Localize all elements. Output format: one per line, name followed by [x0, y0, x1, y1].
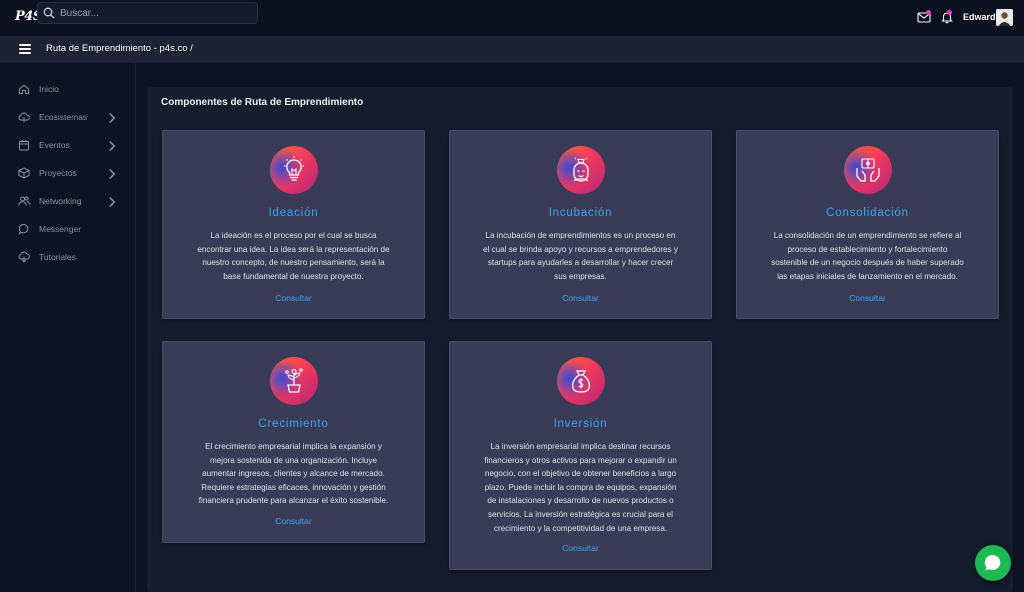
cloud-icon	[18, 112, 30, 123]
users-icon	[18, 196, 30, 206]
card-description: La inversión empresarial implica destina…	[467, 440, 694, 535]
card-description-line: El crecimiento empresarial implica la ex…	[205, 442, 382, 451]
consultar-link-consolidacion[interactable]: Consultar	[737, 293, 998, 303]
chat-bubble-button[interactable]	[975, 545, 1011, 581]
home-icon	[19, 84, 29, 94]
card-crecimiento: Crecimiento El crecimiento empresarial i…	[162, 341, 425, 543]
person-idea-icon	[572, 157, 589, 182]
card-description-line: las etapas iniciales de lanzamiento en e…	[777, 271, 958, 281]
card-description-line: aumentar ingresos, clientes y alcance de…	[202, 469, 385, 479]
card-description-line: Requiere estrategias eficaces, innovació…	[201, 482, 386, 492]
card-incubacion: Incubación La incubación de emprendimien…	[449, 130, 712, 319]
card-icon-badge	[269, 357, 318, 405]
sidebar-item-tutoriales[interactable]: Tutoriales	[18, 249, 118, 265]
card-title: Crecimiento	[258, 418, 329, 430]
card-description: La consolidación de un emprendimiento se…	[754, 229, 981, 283]
plant-growth-icon	[284, 368, 303, 393]
sidebar-item-label: Networking	[39, 196, 82, 206]
card-description-line: de instalaciones y desarrollo de nuevos …	[487, 496, 674, 506]
breadcrumb-bar: Ruta de Emprendimiento - p4s.co /	[0, 36, 1024, 63]
card-description-line: La incubación de emprendimientos es un p…	[485, 231, 676, 240]
sidebar-item-label: Ecosistemas	[39, 112, 88, 122]
card-description-line: La inversión empresarial implica destina…	[490, 442, 671, 451]
consultar-link-crecimiento[interactable]: Consultar	[163, 516, 424, 526]
consultar-link-inversion[interactable]: Consultar	[450, 543, 711, 553]
card-description-line: La ideación es el proceso por el cual se…	[210, 231, 377, 240]
card-title: Consolidación	[826, 207, 909, 219]
sidebar-item-networking[interactable]: Networking	[18, 193, 118, 209]
card-description-line: encontrar una idea. La idea será la repr…	[197, 244, 390, 254]
card-description-line: financieros y otros activos para mejorar…	[484, 455, 677, 465]
chevron-right-icon	[109, 140, 116, 152]
card-description-line: negocio, con el objetivo de obtener bene…	[484, 469, 677, 479]
search-input[interactable]	[60, 7, 240, 19]
sidebar-item-label: Inicio	[39, 84, 59, 94]
card-description-line: startups para ayudarles a desarrollar y …	[487, 258, 674, 268]
sidebar: Inicio Ecosistemas Eventos Proyectos Net…	[0, 63, 136, 592]
card-title: Ideación	[268, 207, 319, 219]
calendar-icon	[19, 140, 29, 151]
card-description-line: sus empresas.	[554, 271, 607, 281]
card-description-line: nuestro concepto, de nuestro pensamiento…	[202, 258, 385, 268]
menu-toggle-icon[interactable]	[19, 44, 31, 54]
page-title: Componentes de Ruta de Emprendimiento	[161, 97, 364, 108]
sidebar-item-proyectos[interactable]: Proyectos	[18, 165, 118, 181]
user-name[interactable]: Edward	[963, 12, 996, 22]
sidebar-item-label: Eventos	[39, 140, 70, 150]
card-title: Inversión	[553, 418, 608, 430]
card-description-line: proceso de establecimiento y fortalecimi…	[787, 244, 948, 254]
mail-notification-dot	[926, 10, 931, 15]
chevron-right-icon	[109, 112, 116, 124]
card-description-line: servicios. La inversión estratégica es c…	[488, 509, 673, 519]
avatar[interactable]	[996, 9, 1013, 26]
main-panel: Componentes de Ruta de Emprendimiento Id…	[147, 87, 1013, 592]
card-description: La ideación es el proceso por el cual se…	[180, 229, 407, 283]
breadcrumb: Ruta de Emprendimiento - p4s.co /	[46, 43, 193, 54]
chat-bubble-icon	[984, 554, 1001, 571]
chat-icon	[18, 223, 29, 235]
card-description: La incubación de emprendimientos es un p…	[467, 229, 694, 283]
card-ideacion: Ideación La ideación es el proceso por e…	[162, 130, 425, 319]
card-title: Incubación	[548, 207, 613, 219]
cube-icon	[18, 167, 30, 179]
card-description-line: crecimiento y la competitividad de una e…	[493, 523, 668, 533]
card-description-line: sostenible de un negocio después de habe…	[771, 258, 964, 268]
card-description-line: financiera prudente para alcanzar el éxi…	[198, 496, 389, 506]
card-icon-badge	[269, 146, 318, 194]
card-inversion: Inversión La inversión empresarial impli…	[449, 341, 712, 570]
card-description: El crecimiento empresarial implica la ex…	[180, 440, 407, 508]
money-bag-icon	[571, 370, 590, 393]
card-description-line: plazo. Puede incluir la compra de equipo…	[484, 482, 677, 492]
lightbulb-icon	[283, 156, 304, 181]
sidebar-item-label: Proyectos	[39, 168, 77, 178]
chevron-right-icon	[109, 196, 116, 208]
consultar-link-incubacion[interactable]: Consultar	[450, 293, 711, 303]
sidebar-item-label: Messenger	[39, 224, 82, 234]
consultar-link-ideacion[interactable]: Consultar	[163, 293, 424, 303]
search-box[interactable]	[37, 2, 258, 24]
card-consolidacion: Consolidación La consolidación de un emp…	[736, 130, 999, 319]
card-icon-badge	[556, 146, 605, 194]
card-icon-badge	[843, 146, 892, 194]
card-description-line: mejora sostenida de una organización. In…	[210, 455, 377, 465]
hands-puzzle-icon	[855, 158, 880, 182]
top-bar: P4S Edward	[0, 0, 1024, 36]
card-icon-badge	[556, 357, 605, 405]
sidebar-item-label: Tutoriales	[39, 252, 77, 262]
bell-notification-dot	[947, 10, 952, 15]
sidebar-item-eventos[interactable]: Eventos	[18, 137, 118, 153]
card-description-line: La consolidación de un emprendimiento se…	[773, 231, 962, 240]
card-description-line: el cual se brinda apoyo y recursos a emp…	[483, 244, 678, 254]
sidebar-item-ecosistemas[interactable]: Ecosistemas	[18, 109, 118, 125]
search-icon	[43, 7, 55, 19]
tutorial-icon	[18, 251, 30, 263]
card-description-line: base fundamental de nuestra proyecto.	[223, 271, 364, 281]
chevron-right-icon	[109, 168, 116, 180]
sidebar-item-inicio[interactable]: Inicio	[18, 81, 118, 97]
sidebar-item-messenger[interactable]: Messenger	[18, 221, 118, 237]
